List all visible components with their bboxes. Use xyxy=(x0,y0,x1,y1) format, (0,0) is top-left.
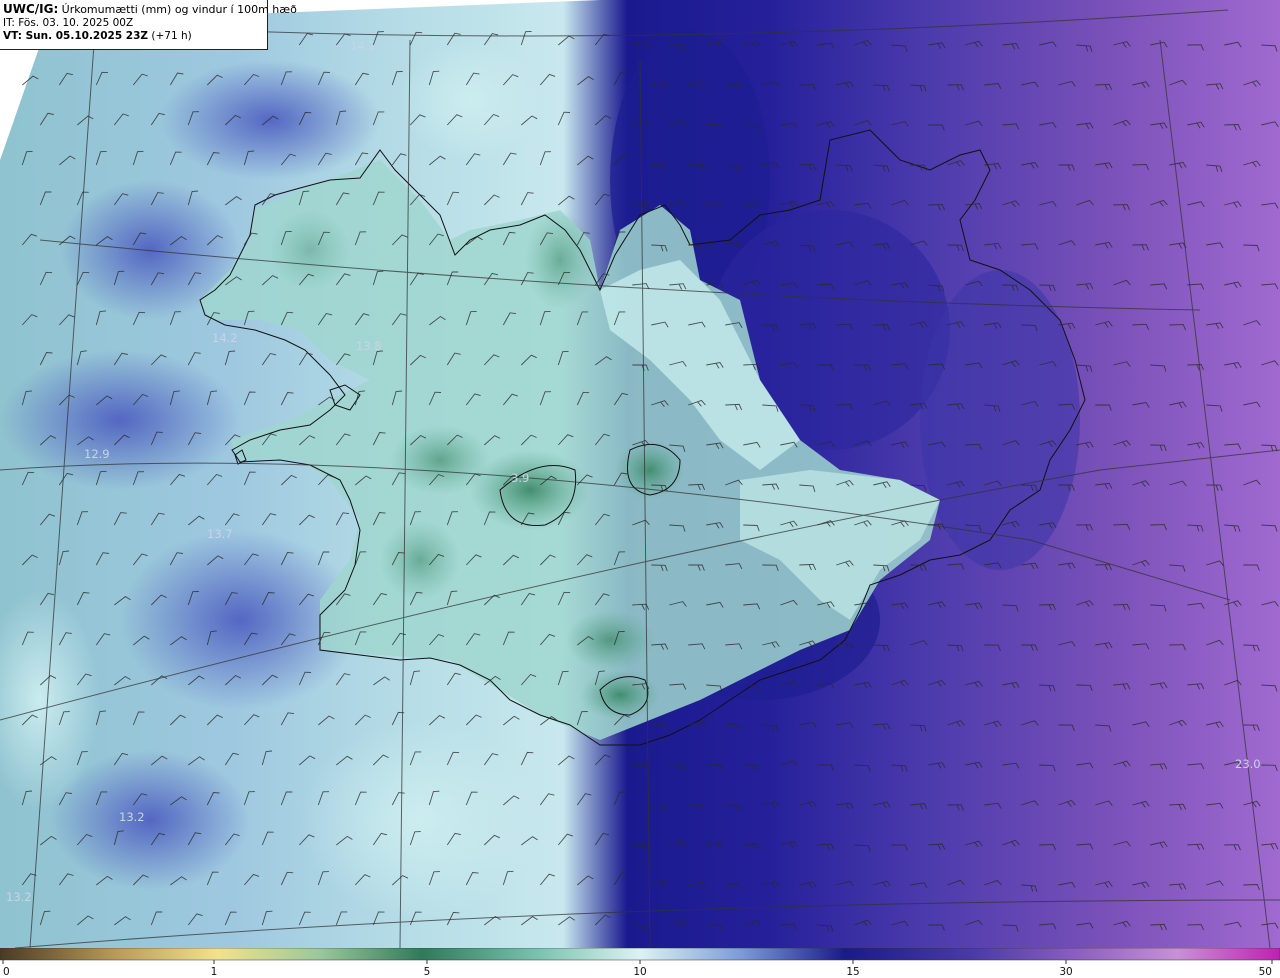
valid-time: VT: Sun. 05.10.2025 23Z xyxy=(3,30,149,42)
init-time: IT: Fös. 03. 10. 2025 00Z xyxy=(3,17,134,29)
colorbar-tick-label: 1 xyxy=(211,966,218,978)
label-13-7: 13.7 xyxy=(207,527,233,541)
label-23-0: 23.0 xyxy=(1235,757,1261,771)
colorbar-tick-label: 30 xyxy=(1059,966,1072,978)
map-title-row: UWC/IG: Úrkomumætti (mm) og vindur í 100… xyxy=(3,2,297,17)
label-3-9: 3.9 xyxy=(511,471,529,485)
map-info-box: UWC/IG: Úrkomumætti (mm) og vindur í 100… xyxy=(0,0,297,50)
colorbar-tick-label: 5 xyxy=(424,966,431,978)
label-13-2: 13.2 xyxy=(119,810,145,824)
valid-time-row: VT: Sun. 05.10.2025 23Z (+71 h) xyxy=(3,30,267,43)
label-13-8: 13.8 xyxy=(356,339,382,353)
colorbar-tick-label: 10 xyxy=(633,966,646,978)
colorbar-ticks: 0 1 5 10 15 30 50 xyxy=(2,960,1273,978)
colorbar-tick-label: 15 xyxy=(846,966,859,978)
label-14-2: 14.2 xyxy=(212,331,238,345)
label-12-9: 12.9 xyxy=(84,447,110,461)
precipitation-wind-map: 14.1 14.2 13.8 12.9 13.7 3.9 13.2 13.2 2… xyxy=(0,0,1280,948)
colorbar-tick-label: 0 xyxy=(3,966,10,978)
colorbar-gradient xyxy=(0,948,1280,961)
model-code: UWC/IG: xyxy=(3,2,59,16)
lead-time: (+71 h) xyxy=(151,30,192,42)
colorbar-tick-label: 50 xyxy=(1259,966,1272,978)
label-13-2b: 13.2 xyxy=(6,890,32,904)
map-title: Úrkomumætti (mm) og vindur í 100m hæð xyxy=(61,3,297,16)
label-14-1: 14.1 xyxy=(350,39,376,53)
colorbar: 0 1 5 10 15 30 50 xyxy=(0,948,1280,978)
